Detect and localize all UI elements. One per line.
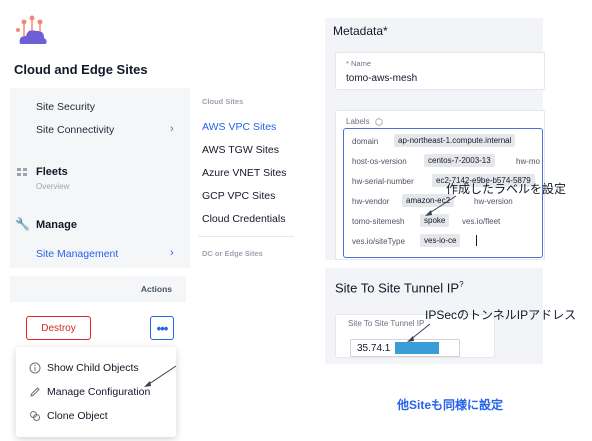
chevron-right-icon: › [170, 247, 174, 259]
menu-item-gcp-vpc-sites[interactable]: GCP VPC Sites [202, 190, 275, 202]
ctx-manage-configuration-label: Manage Configuration [47, 385, 151, 398]
nav-site-security[interactable]: Site Security [36, 101, 95, 113]
nav-manage[interactable]: Manage [36, 219, 77, 231]
annotation-ipsec-note: IPSecのトンネルIPアドレス [425, 308, 577, 322]
menu-section-cloud-sites: Cloud Sites [202, 97, 244, 106]
actions-context-menu: Show Child Objects Manage Configuration … [16, 347, 176, 437]
nav-site-connectivity[interactable]: Site Connectivity [36, 124, 114, 136]
destroy-button[interactable]: Destroy [26, 316, 91, 340]
label-key: host-os-version [352, 157, 407, 166]
annotation-arrow-icon [144, 365, 177, 387]
nav-fleets[interactable]: Fleets [36, 166, 68, 178]
menu-item-azure-vnet-sites[interactable]: Azure VNET Sites [202, 167, 286, 179]
annotation-arrow-icon [407, 323, 431, 342]
site-management-menu: Cloud Sites AWS VPC Sites AWS TGW Sites … [190, 88, 296, 268]
tunnel-ip-value: 35.74.1 [357, 343, 391, 354]
label-key: ves.io/siteType [352, 237, 405, 246]
help-icon: ? [459, 280, 464, 289]
annotation-labels-note: 作成したラベルを設定 [446, 182, 567, 196]
label-key: hw-vendor [352, 197, 390, 206]
menu-section-dc-edge-sites: DC or Edge Sites [202, 249, 263, 258]
ctx-clone-object[interactable]: Clone Object [28, 409, 108, 422]
annotation-arrow-icon [425, 195, 457, 216]
nav-fleets-overview: Overview [36, 182, 70, 191]
app-title: Cloud and Edge Sites [14, 62, 148, 77]
label-key: hw-version [474, 197, 513, 206]
name-field-label: * Name [346, 59, 372, 68]
menu-item-aws-vpc-sites[interactable]: AWS VPC Sites [202, 121, 276, 133]
label-key: ves.io/fleet [462, 217, 501, 226]
metadata-title: Metadata* [333, 24, 388, 38]
ctx-show-child-objects-label: Show Child Objects [47, 361, 139, 374]
actions-column-header: Actions [10, 276, 186, 302]
ctx-manage-configuration[interactable]: Manage Configuration [28, 385, 150, 398]
ctx-clone-object-label: Clone Object [47, 409, 108, 422]
chevron-right-icon: › [170, 123, 174, 135]
more-actions-button[interactable]: ••• [150, 316, 174, 340]
nav-site-management[interactable]: Site Management [36, 248, 118, 260]
label-value[interactable]: centos-7-2003-13 [424, 154, 495, 167]
label-key: hw-mo [516, 157, 541, 166]
menu-item-cloud-credentials[interactable]: Cloud Credentials [202, 213, 285, 225]
label-value[interactable]: ap-northeast-1.compute.internal [394, 134, 516, 147]
label-key: hw-serial-number [352, 177, 414, 186]
tunnel-ip-title: Site To Site Tunnel IP? [335, 280, 464, 296]
clone-icon [28, 409, 41, 422]
actions-header-label: Actions [140, 284, 172, 294]
menu-divider [198, 236, 294, 237]
fleets-icon [17, 168, 27, 176]
info-circle-icon [28, 361, 41, 374]
label-value[interactable]: ves-io-ce [420, 234, 461, 247]
label-input-cursor[interactable] [476, 235, 477, 246]
menu-item-aws-tgw-sites[interactable]: AWS TGW Sites [202, 144, 279, 156]
ctx-show-child-objects[interactable]: Show Child Objects [28, 361, 139, 374]
name-field: * Name tomo-aws-mesh [335, 52, 545, 90]
wrench-icon: 🔧 [15, 217, 30, 231]
sidebar: Site Security Site Connectivity › Fleets… [10, 88, 190, 268]
label-key: tomo-sitemesh [352, 217, 405, 226]
name-input[interactable]: tomo-aws-mesh [346, 73, 417, 84]
annotation-other-sites-note: 他Siteも同様に設定 [397, 398, 504, 412]
label-key: domain [352, 137, 379, 146]
app-logo-icon [16, 15, 47, 44]
labels-field-label: Labels [346, 117, 383, 126]
help-circle-icon [375, 118, 383, 126]
pencil-icon [28, 385, 41, 398]
